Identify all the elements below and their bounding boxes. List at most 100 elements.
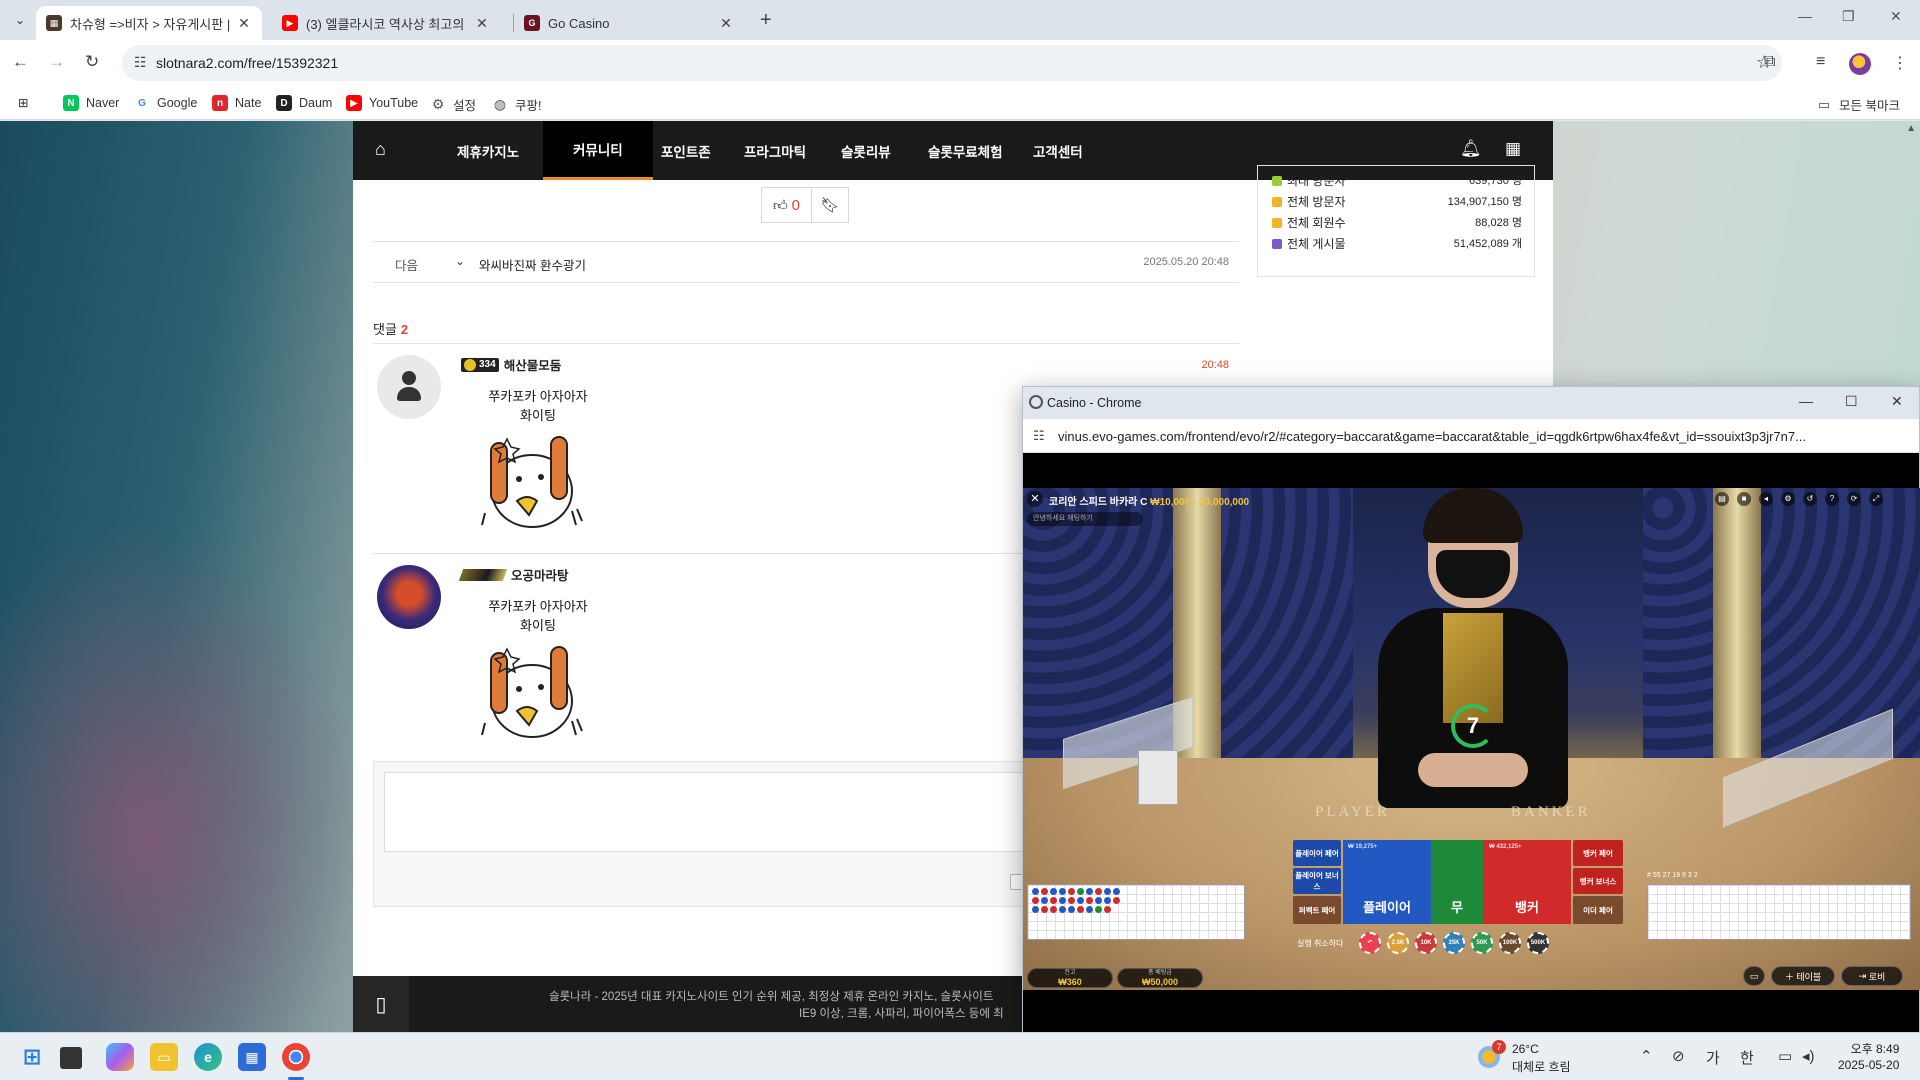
banker-bet[interactable]: 뱅커 — [1483, 840, 1571, 924]
popup-url[interactable]: vinus.evo-games.com/frontend/evo/r2/#cat… — [1058, 429, 1898, 444]
bookmark-coupang[interactable]: ◍ 쿠팡! — [492, 95, 542, 114]
bell-icon[interactable]: 🔔︎ — [1460, 139, 1482, 159]
chip-button[interactable]: 50K — [1471, 932, 1493, 954]
undo-icon[interactable]: ↶ — [1359, 932, 1381, 954]
like-button[interactable]: 👍︎ 0 — [762, 188, 812, 222]
ime-language[interactable]: 한 — [1740, 1047, 1754, 1068]
display-icon[interactable]: ▭ — [1778, 1047, 1792, 1065]
chip-button[interactable]: 2.5K — [1387, 932, 1409, 954]
ime-mode[interactable]: 가 — [1706, 1047, 1720, 1068]
reload-icon[interactable]: ↻ — [85, 52, 99, 72]
mobile-phone-icon[interactable]: ▯ — [353, 976, 409, 1032]
nav-customer-center[interactable]: 고객센터 — [1029, 121, 1087, 180]
player-bet[interactable]: 플레이어 — [1343, 840, 1431, 924]
next-post-title[interactable]: 와씨바진짜 환수광기 — [479, 255, 586, 274]
close-window-icon[interactable]: ✕ — [1890, 8, 1902, 25]
comment-line: 화이팅 — [520, 408, 556, 423]
minimize-icon[interactable]: — — [1799, 393, 1813, 409]
player-pair-bet[interactable]: 플레이어 페어 — [1293, 840, 1341, 866]
lobby-button[interactable]: ⇥ 로비 — [1841, 966, 1903, 986]
task-view-icon[interactable] — [60, 1047, 82, 1069]
bookmark-youtube[interactable]: ▶ YouTube — [346, 95, 418, 111]
close-tab-icon[interactable]: ✕ — [236, 15, 252, 32]
all-bookmarks[interactable]: ▭ 모든 북마크 — [1816, 95, 1900, 114]
chip-button[interactable]: 500K — [1527, 932, 1549, 954]
scroll-up-arrow-icon[interactable]: ▲ — [1906, 123, 1916, 134]
extensions-icon[interactable]: ⧉ — [1764, 53, 1775, 71]
tab-youtube[interactable]: ▶ (3) 엘클라시코 역사상 최고의 경 ✕ — [272, 6, 500, 40]
comment-author[interactable]: 334 해산물모둠 — [461, 355, 561, 374]
chip-button[interactable]: 25K — [1443, 932, 1465, 954]
restore-icon[interactable]: ❐ — [1842, 8, 1855, 25]
chicken-sticker-image — [481, 436, 583, 528]
help-icon[interactable]: ? — [1825, 492, 1839, 506]
nav-point-zone[interactable]: 포인트존 — [657, 121, 715, 180]
bookmark-nate[interactable]: n Nate — [212, 95, 261, 111]
banker-bonus-bet[interactable]: 뱅커 보너스 — [1573, 868, 1623, 894]
tab-go-casino[interactable]: G Go Casino ✕ — [514, 6, 744, 40]
sound-icon[interactable]: ◂ — [1759, 492, 1773, 506]
either-pair-bet[interactable]: 이더 페어 — [1573, 896, 1623, 924]
chevron-up-icon[interactable]: ⌃ — [1640, 1047, 1653, 1065]
bookmark-google[interactable]: G Google — [134, 95, 197, 111]
media-control-icon[interactable]: ≡ — [1816, 53, 1825, 71]
network-icon[interactable]: ⊘ — [1672, 1047, 1685, 1065]
comment-author[interactable]: 오공마라탕 — [458, 565, 569, 584]
history-icon[interactable]: ↺ — [1803, 492, 1817, 506]
chat-icon[interactable]: ▤ — [1715, 492, 1729, 506]
close-icon[interactable]: ✕ — [1027, 491, 1043, 507]
nav-free-slots[interactable]: 슬롯무료체험 — [924, 121, 1007, 180]
player-bonus-bet[interactable]: 플레이어 보너스 — [1293, 868, 1341, 894]
copilot-icon[interactable] — [106, 1043, 134, 1071]
video-icon[interactable]: ■ — [1737, 492, 1751, 506]
nav-partner-casino[interactable]: 제휴카지노 — [453, 121, 523, 180]
fullscreen-icon[interactable]: ⤢ — [1869, 492, 1883, 506]
gear-icon[interactable]: ⚙ — [1781, 492, 1795, 506]
address-bar[interactable]: ☷ slotnara2.com/free/15392321 ☆ — [122, 45, 1782, 81]
bookmark-settings[interactable]: ⚙ 설정 — [430, 95, 476, 114]
close-window-icon[interactable]: ✕ — [1891, 393, 1903, 410]
home-icon[interactable]: ⌂ — [375, 139, 386, 160]
next-post-row[interactable]: 다음 ⌄ 와씨바진짜 환수광기 2025.05.20 20:48 — [373, 241, 1239, 283]
avatar[interactable] — [377, 565, 441, 629]
minimize-icon[interactable]: — — [1798, 8, 1812, 24]
edge-icon[interactable]: e — [194, 1043, 222, 1071]
chip-button[interactable]: 10K — [1415, 932, 1437, 954]
table-button[interactable]: ＋ 테이블 — [1771, 966, 1835, 986]
clock[interactable]: 오후 8:49 2025-05-20 — [1838, 1041, 1899, 1073]
volume-icon[interactable]: ◂) — [1802, 1047, 1815, 1065]
site-info-icon[interactable]: ☷ — [134, 54, 147, 71]
url-text[interactable]: slotnara2.com/free/15392321 — [156, 55, 338, 71]
banker-pair-bet[interactable]: 뱅커 페어 — [1573, 840, 1623, 866]
avatar[interactable] — [377, 355, 441, 419]
nav-pragmatic[interactable]: 프라그마틱 — [740, 121, 810, 180]
close-tab-icon[interactable]: ✕ — [474, 15, 490, 32]
bookmark-daum[interactable]: D Daum — [276, 95, 332, 111]
close-tab-icon[interactable]: ✕ — [718, 15, 734, 32]
perfect-pair-bet[interactable]: 퍼펙트 페어 — [1293, 896, 1341, 924]
new-tab-button[interactable]: + — [760, 9, 772, 32]
maximize-icon[interactable]: ☐ — [1845, 393, 1858, 410]
store-icon[interactable]: ▦ — [238, 1043, 266, 1071]
scrap-button[interactable]: 🔖︎ — [812, 188, 848, 222]
back-arrow-icon[interactable]: ← — [12, 52, 29, 72]
tie-bet[interactable]: 무 — [1431, 840, 1483, 924]
chat-bubble-icon[interactable]: ▭ — [1743, 966, 1765, 986]
chip-button[interactable]: 100K — [1499, 932, 1521, 954]
windows-start-icon[interactable]: ⊞ — [18, 1043, 46, 1071]
bookmark-naver[interactable]: N Naver — [63, 95, 119, 111]
more-menu-icon[interactable]: ⋮ — [1892, 53, 1908, 73]
chrome-icon[interactable] — [282, 1043, 310, 1071]
chat-input[interactable]: 안녕하세요 채팅하기 — [1027, 512, 1143, 526]
refresh-icon[interactable]: ⟳ — [1847, 492, 1861, 506]
site-info-icon[interactable]: ☷ — [1033, 428, 1045, 444]
profile-avatar[interactable] — [1849, 53, 1871, 75]
nav-slot-review[interactable]: 슬롯리뷰 — [837, 121, 895, 180]
grid-menu-icon[interactable]: ▦ — [1505, 139, 1521, 159]
forward-arrow-icon[interactable]: → — [48, 52, 65, 72]
file-explorer-icon[interactable]: ▭ — [150, 1043, 178, 1071]
tab-slotnara[interactable]: ▦ 차슈형 =>비자 > 자유게시판 | ✕ — [36, 6, 262, 40]
tab-search-button[interactable]: ⌄ — [8, 8, 32, 32]
apps-grid-icon[interactable]: ⊞ — [18, 95, 28, 110]
nav-community[interactable]: 커뮤니티 — [543, 121, 653, 180]
